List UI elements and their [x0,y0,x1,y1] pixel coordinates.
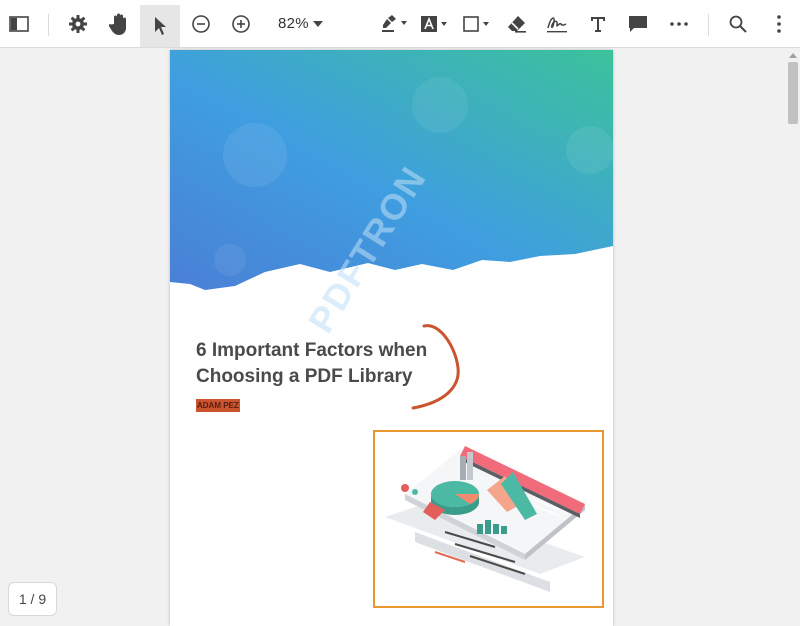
more-tools-button[interactable] [662,7,696,41]
zoom-level[interactable]: 82% [278,15,309,32]
zoom-out-button[interactable] [184,7,218,41]
ink-annotation[interactable] [410,320,470,420]
search-icon [729,15,747,33]
select-tool-button[interactable] [140,5,180,47]
text-box-icon [421,16,447,32]
analytics-illustration [385,446,585,592]
pointer-icon [155,17,166,35]
gear-icon [69,15,87,33]
document-viewer[interactable]: PDFTRON 6 Important Factors when Choosin… [0,48,800,626]
text-icon [591,17,605,32]
hand-icon [109,13,126,35]
page-indicator[interactable]: 1 / 9 [8,582,57,616]
settings-button[interactable] [61,7,95,41]
sidebar-icon [9,16,29,32]
author-name: ADAM PEZ [196,399,240,412]
highlight-tool-button[interactable] [378,7,412,41]
search-button[interactable] [721,7,755,41]
highlighter-icon [382,15,407,32]
zoom-in-button[interactable] [224,7,258,41]
text-box-tool-button[interactable] [418,7,452,41]
rectangle-icon [463,16,489,32]
comment-icon [629,16,647,32]
zoom-out-icon [192,15,210,33]
menu-button[interactable] [762,7,796,41]
eraser-tool-button[interactable] [500,7,534,41]
sidebar-toggle-button[interactable] [2,7,36,41]
comment-tool-button[interactable] [621,7,655,41]
vertical-scrollbar[interactable] [785,48,800,626]
more-vertical-icon [777,15,781,33]
scroll-up-arrow[interactable] [789,53,797,58]
eraser-icon [508,16,526,33]
toolbar-separator [708,14,709,36]
pdf-page[interactable]: PDFTRON 6 Important Factors when Choosin… [170,50,613,626]
zoom-dropdown-button[interactable] [308,7,328,41]
free-text-tool-button[interactable] [581,7,615,41]
document-title: 6 Important Factors when Choosing a PDF … [196,340,428,387]
more-horizontal-icon [670,22,688,26]
toolbar-separator [48,14,49,36]
signature-icon [547,17,567,33]
caret-down-icon [313,21,323,27]
pan-button[interactable] [103,7,137,41]
shape-tool-button[interactable] [460,7,494,41]
page-indicator-text: 1 / 9 [18,591,47,607]
scrollbar-thumb[interactable] [788,62,798,124]
toolbar: 82% [0,0,800,48]
signature-tool-button[interactable] [540,7,574,41]
selected-image[interactable] [373,430,604,608]
zoom-in-icon [232,15,250,33]
